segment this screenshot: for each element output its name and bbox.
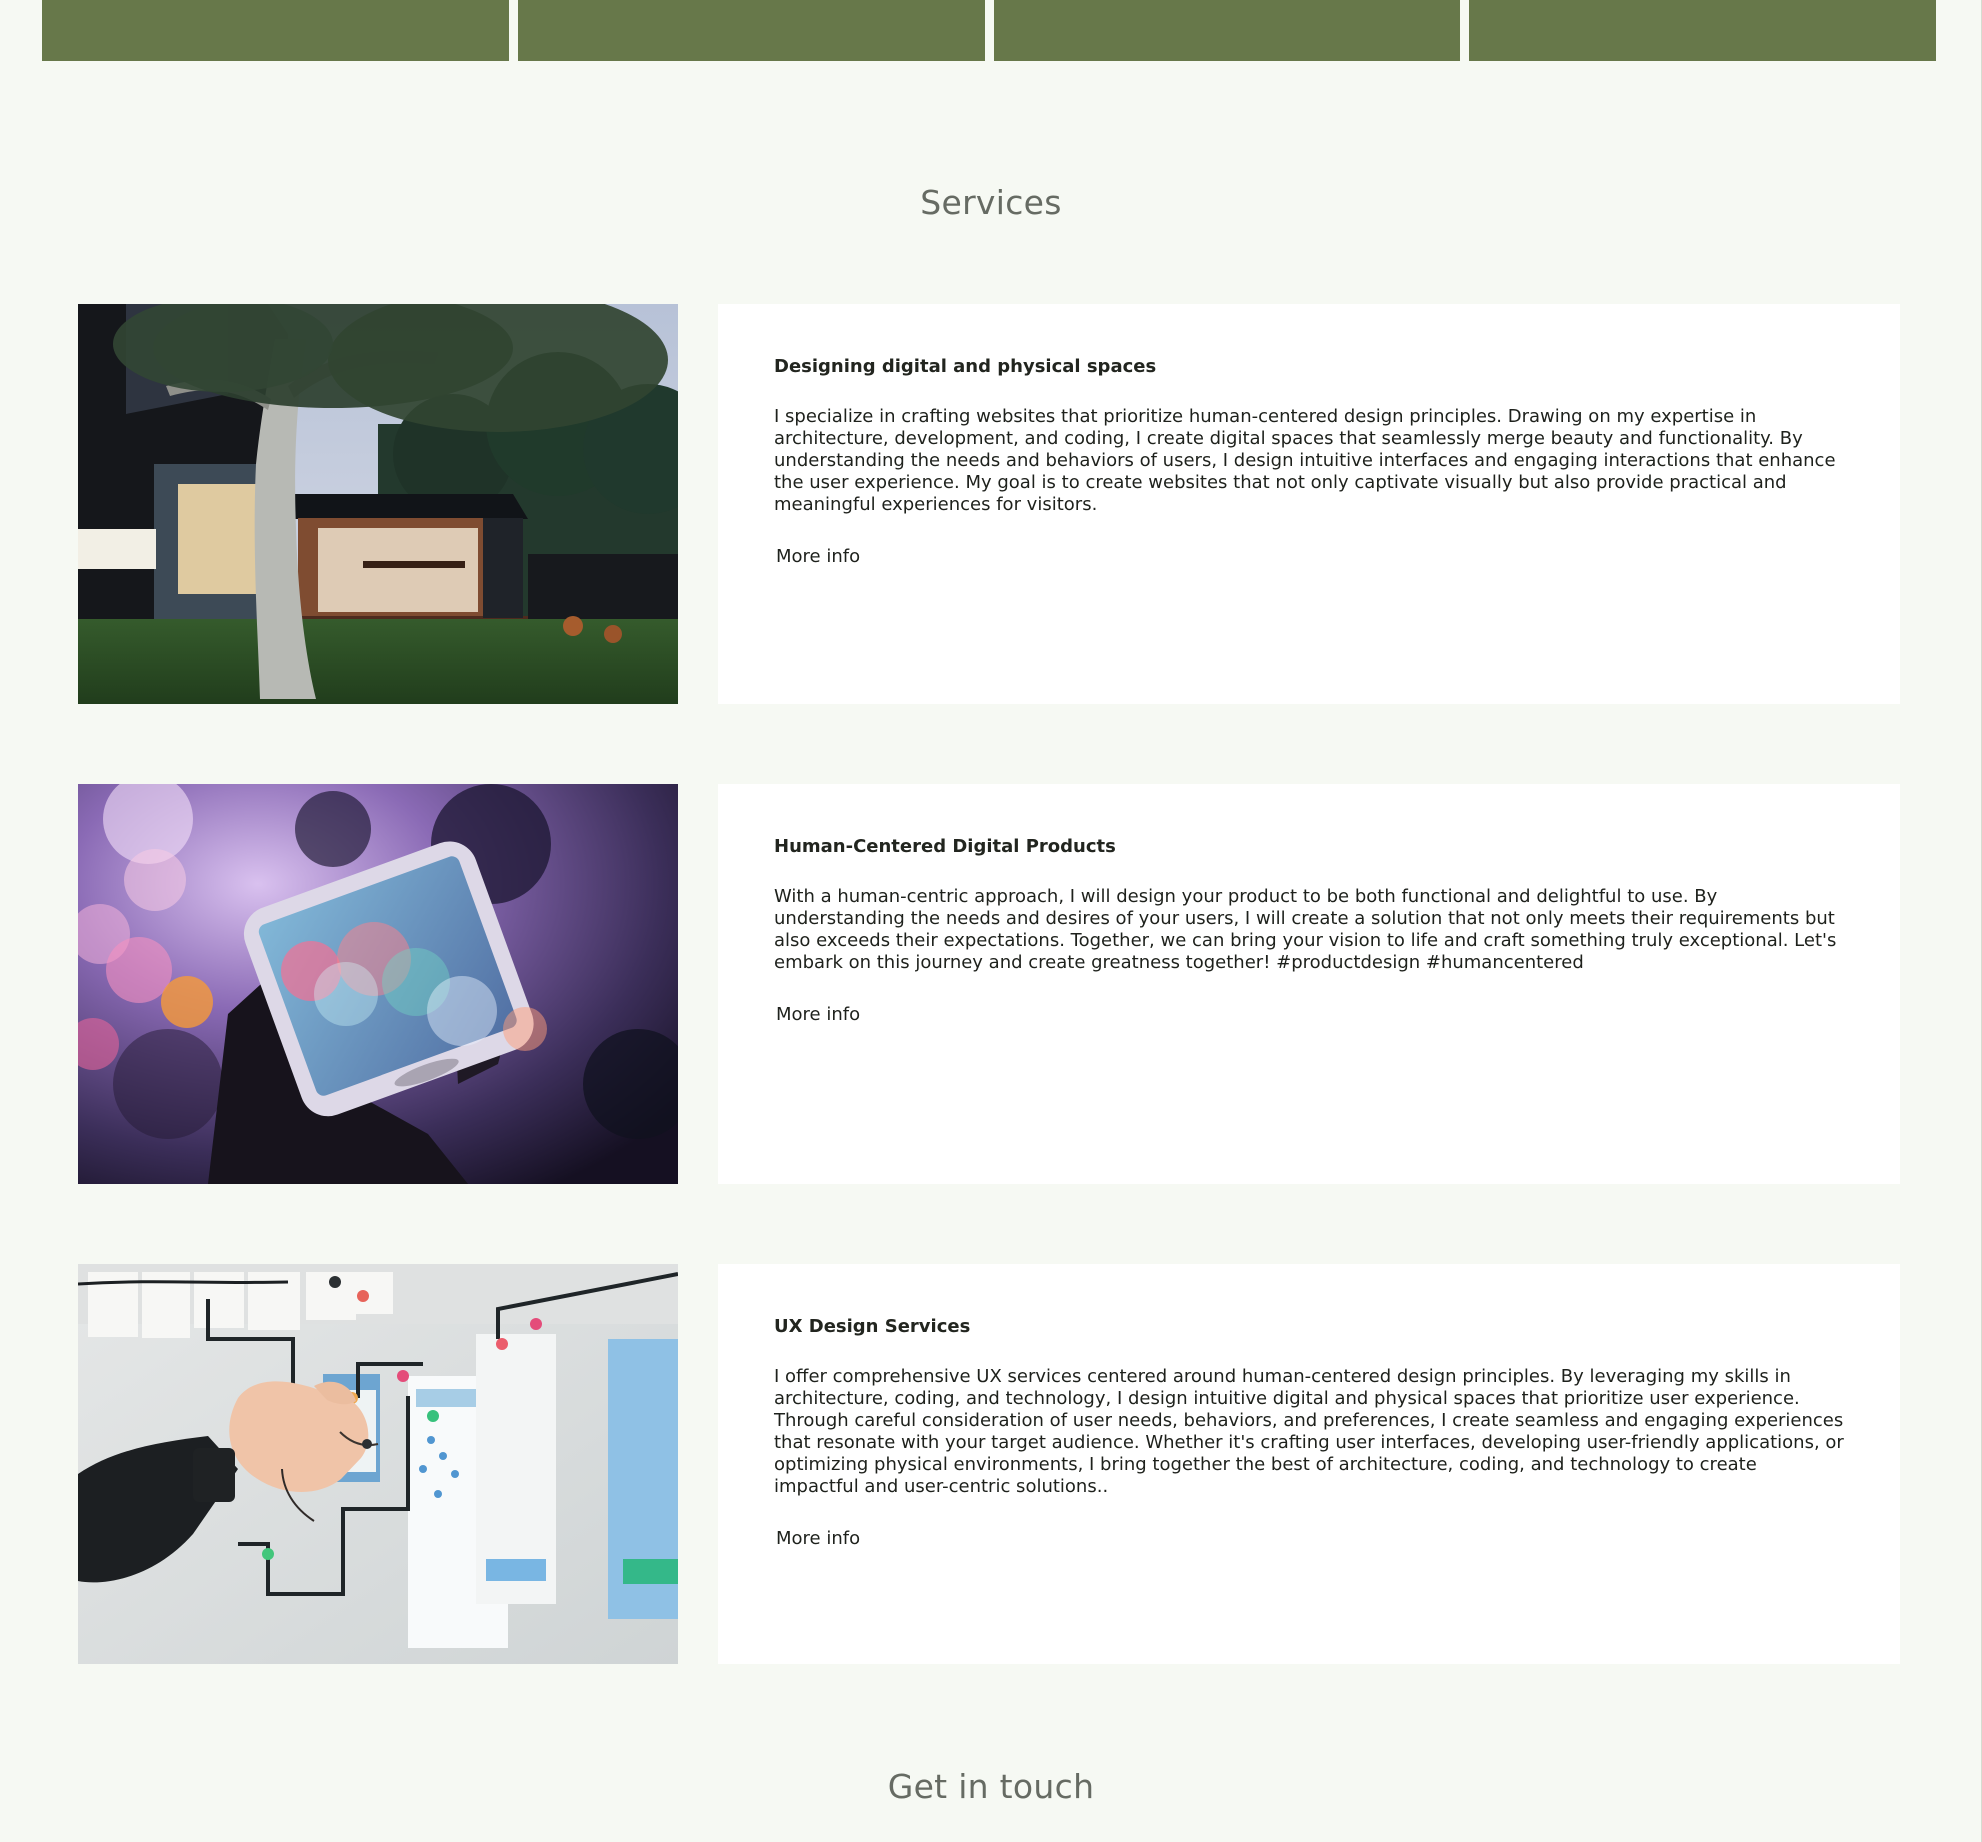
service-description: I offer comprehensive UX services center…	[774, 1365, 1844, 1497]
service-heading: UX Design Services	[774, 1316, 971, 1337]
service-description: With a human-centric approach, I will de…	[774, 885, 1837, 973]
service-card: Human-Centered Digital Products With a h…	[718, 784, 1900, 1184]
service-card: Designing digital and physical spaces I …	[718, 304, 1900, 704]
services-title: Services	[920, 183, 1062, 222]
more-info-link[interactable]: More info	[776, 1528, 860, 1549]
more-info-link[interactable]: More info	[776, 546, 860, 567]
nav-tile-4[interactable]	[1469, 0, 1936, 61]
nav-tile-1[interactable]	[42, 0, 509, 61]
contact-title: Get in touch	[887, 1767, 1095, 1806]
top-nav-tiles	[42, 0, 1936, 61]
nav-tile-2[interactable]	[517, 0, 985, 61]
service-row: Human-Centered Digital Products With a h…	[78, 784, 1900, 1184]
modern-house-photo	[78, 304, 678, 704]
service-heading: Human-Centered Digital Products	[774, 836, 1116, 857]
service-row: Designing digital and physical spaces I …	[78, 304, 1900, 704]
ux-wireframe-board-photo	[78, 1264, 678, 1664]
service-row: UX Design Services I offer comprehensive…	[78, 1264, 1900, 1664]
more-info-link[interactable]: More info	[776, 1004, 860, 1025]
smartphone-bokeh-photo	[78, 784, 678, 1184]
nav-tile-3[interactable]	[993, 0, 1461, 61]
service-card: UX Design Services I offer comprehensive…	[718, 1264, 1900, 1664]
service-heading: Designing digital and physical spaces	[774, 356, 1157, 377]
service-description: I specialize in crafting websites that p…	[774, 405, 1836, 515]
